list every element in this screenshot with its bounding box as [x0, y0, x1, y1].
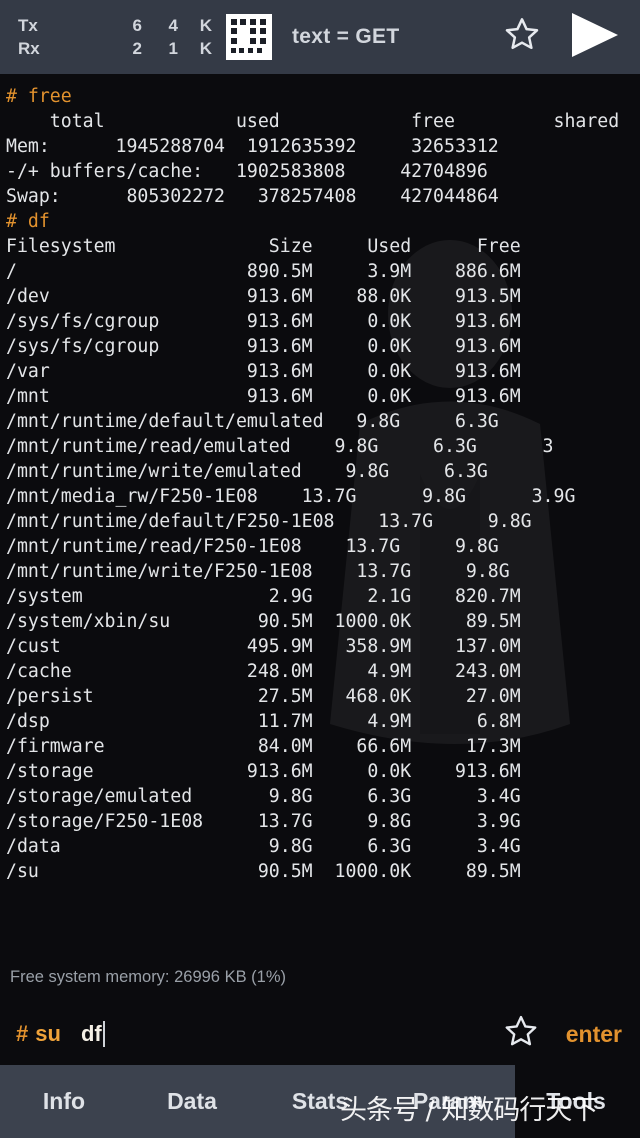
terminal-output-line: Swap: 805302272 378257408 427044864 — [6, 186, 499, 207]
terminal-text: # free total used free shared bu Mem: 19… — [0, 74, 640, 884]
terminal-output-line: /mnt/runtime/write/emulated 9.8G 6.3G — [6, 461, 488, 482]
tx-unit: K — [199, 16, 212, 35]
tx-count: 6 — [132, 16, 142, 35]
terminal-output-line: /cache 248.0M 4.9M 243.0M — [6, 661, 565, 682]
terminal-output-line: /mnt/runtime/write/F250-1E08 13.7G 9.8G — [6, 561, 510, 582]
prompt-hash-symbol: # — [16, 1021, 29, 1046]
tab-data[interactable]: Data — [128, 1088, 256, 1115]
app-header: Tx 6 4 K Rx 2 1 K text = GET — [0, 0, 640, 74]
terminal-output-line: /su 90.5M 1000.0K 89.5M — [6, 861, 565, 882]
terminal-output-line: /mnt/runtime/default/emulated 9.8G 6.3G — [6, 411, 499, 432]
rx-count: 2 — [132, 39, 142, 58]
tab-info[interactable]: Info — [0, 1088, 128, 1115]
terminal-output-line: /cust 495.9M 358.9M 137.0M — [6, 636, 565, 657]
terminal-output-line: /sys/fs/cgroup 913.6M 0.0K 913.6M — [6, 336, 576, 357]
terminal-output[interactable]: # free total used free shared bu Mem: 19… — [0, 74, 640, 951]
tx-label: Tx — [18, 16, 38, 35]
terminal-output-line: /dev 913.6M 88.0K 913.5M — [6, 286, 576, 307]
terminal-output-line: /data 9.8G 6.3G 3.4G — [6, 836, 565, 857]
terminal-output-line: Filesystem Size Used Free — [6, 236, 576, 257]
rx-rate: 1 — [168, 39, 178, 58]
app-root: Tx 6 4 K Rx 2 1 K text = GET # free tota… — [0, 0, 640, 1138]
tab-stats[interactable]: Stats — [256, 1088, 384, 1115]
rx-unit: K — [199, 39, 212, 58]
terminal-output-line: /firmware 84.0M 66.6M 17.3M — [6, 736, 521, 757]
terminal-output-line: /mnt/media_rw/F250-1E08 13.7G 9.8G 3.9G — [6, 486, 576, 507]
tab-param[interactable]: Param — [384, 1088, 512, 1115]
terminal-output-line: total used free shared bu — [49, 111, 620, 132]
play-triangle-icon[interactable] — [564, 9, 622, 66]
text-caret — [102, 1021, 105, 1047]
qr-grid-icon[interactable] — [226, 14, 272, 60]
prompt-user-label: su — [35, 1021, 61, 1046]
rx-label: Rx — [18, 39, 40, 58]
terminal-output-line: /sys/fs/cgroup 913.6M 0.0K 913.6M — [6, 311, 576, 332]
terminal-command-line: # df — [6, 211, 50, 232]
terminal-output-line: /mnt 913.6M 0.0K 913.6M — [6, 386, 576, 407]
tab-tools[interactable]: Tools — [512, 1088, 640, 1115]
star-outline-icon[interactable] — [502, 15, 542, 60]
terminal-output-line: -/+ buffers/cache: 1902583808 42704896 — [6, 161, 488, 182]
command-input-bar[interactable]: # su df enter — [0, 1003, 640, 1065]
status-bar: Free system memory: 26996 KB (1%) — [0, 951, 640, 1003]
traffic-counters: Tx 6 4 K Rx 2 1 K — [18, 14, 212, 60]
star-outline-icon[interactable] — [502, 1013, 540, 1056]
terminal-output-line: /var 913.6M 0.0K 913.6M — [6, 361, 576, 382]
terminal-command-line: # free — [6, 86, 72, 107]
terminal-output-line: /storage/F250-1E08 13.7G 9.8G 3.9G — [6, 811, 565, 832]
terminal-output-line: /persist 27.5M 468.0K 27.0M — [6, 686, 565, 707]
terminal-output-line: /dsp 11.7M 4.9M 6.8M — [6, 711, 565, 732]
bottom-tab-bar: Info Data Stats Param Tools — [0, 1065, 640, 1138]
terminal-output-line: Mem: 1945288704 1912635392 32653312 — [6, 136, 640, 157]
mode-label: text = GET — [292, 25, 400, 48]
terminal-output-line: /system/xbin/su 90.5M 1000.0K 89.5M — [6, 611, 565, 632]
terminal-output-line: /mnt/runtime/read/emulated 9.8G 6.3G 3 — [6, 436, 554, 457]
free-memory-text: Free system memory: 26996 KB (1%) — [10, 967, 287, 986]
terminal-output-line: / 890.5M 3.9M 886.6M — [6, 261, 576, 282]
command-input-value[interactable]: df — [81, 1021, 102, 1047]
tx-rate: 4 — [168, 16, 178, 35]
terminal-output-line: /system 2.9G 2.1G 820.7M — [6, 586, 565, 607]
terminal-output-line: /mnt/runtime/read/F250-1E08 13.7G 9.8G — [6, 536, 554, 557]
terminal-output-line: /storage 913.6M 0.0K 913.6M — [6, 761, 565, 782]
terminal-output-line: /mnt/runtime/default/F250-1E08 13.7G 9.8… — [6, 511, 532, 532]
terminal-output-line: /storage/emulated 9.8G 6.3G 3.4G — [6, 786, 565, 807]
enter-button[interactable]: enter — [566, 1021, 622, 1048]
